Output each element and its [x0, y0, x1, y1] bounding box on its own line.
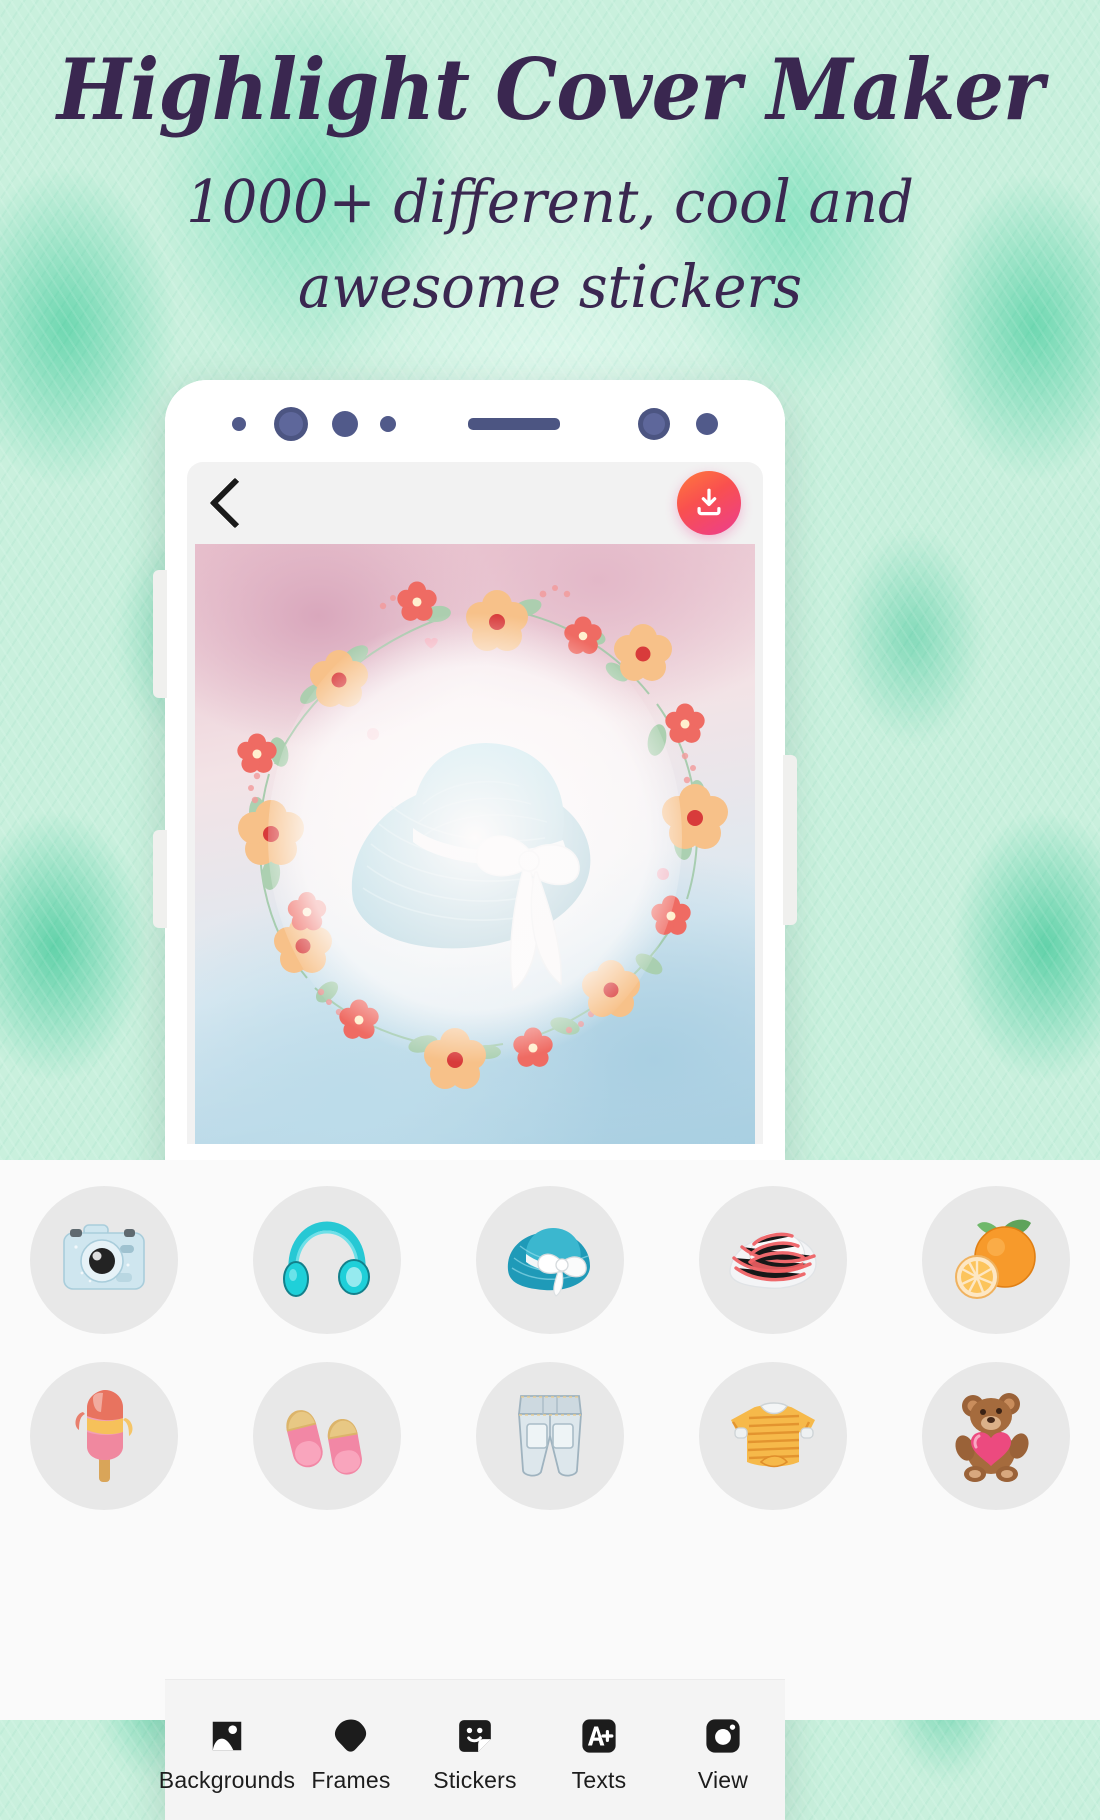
tagline: 1000+ different, cool and awesome sticke…	[186, 168, 914, 322]
app-toolbar	[187, 462, 763, 544]
nav-label-frames: Frames	[311, 1766, 391, 1793]
denim-shorts-sticker-icon	[517, 1395, 583, 1477]
striped-tshirt-sticker-icon	[731, 1402, 815, 1468]
sticker-row-2	[30, 1362, 1070, 1510]
teddy-bear-sticker[interactable]	[922, 1362, 1070, 1510]
status-dot-1	[232, 417, 246, 431]
nav-label-stickers: Stickers	[433, 1766, 517, 1793]
sandals-sticker-icon	[286, 1410, 362, 1475]
phone-side-button-left-top	[153, 570, 167, 698]
popsicle-sticker-icon	[75, 1390, 133, 1482]
nav-label-texts: Texts	[571, 1766, 627, 1793]
blob-frame-icon	[330, 1715, 372, 1757]
phone-status-bar	[165, 380, 785, 468]
nav-item-backgrounds[interactable]: Backgrounds	[159, 1715, 295, 1794]
camera-sticker-icon	[63, 1224, 145, 1290]
artwork-canvas[interactable]	[195, 544, 755, 1144]
camera-sticker[interactable]	[30, 1186, 178, 1334]
blue-hat-sticker[interactable]	[476, 1186, 624, 1334]
status-dot-3	[380, 416, 396, 432]
a-plus-icon	[578, 1715, 620, 1757]
blue-hat-sticker-icon	[507, 1228, 590, 1297]
canvas-center-glow	[267, 604, 683, 1072]
image-icon	[206, 1715, 248, 1757]
nav-item-frames[interactable]: Frames	[295, 1715, 407, 1794]
orange-sticker[interactable]	[922, 1186, 1070, 1334]
headphones-sticker[interactable]	[253, 1186, 401, 1334]
nav-label-backgrounds: Backgrounds	[158, 1766, 296, 1793]
phone-speaker-grill	[468, 418, 560, 430]
download-icon	[697, 488, 721, 516]
nav-item-texts[interactable]: Texts	[543, 1715, 655, 1794]
editor-canvas-area[interactable]	[187, 544, 763, 1144]
status-dot-4	[696, 413, 718, 435]
nav-item-stickers[interactable]: Stickers	[419, 1715, 531, 1794]
status-ring-dot-2	[638, 408, 670, 440]
sandals-sticker[interactable]	[253, 1362, 401, 1510]
sticker-face-icon	[454, 1715, 496, 1757]
chevron-left-icon[interactable]	[209, 477, 261, 529]
status-ring-dot-1	[274, 407, 308, 441]
phone-side-button-left-bottom	[153, 830, 167, 928]
denim-shorts-sticker[interactable]	[476, 1362, 624, 1510]
sticker-row-1	[30, 1186, 1070, 1334]
sticker-picker-sheet	[0, 1160, 1100, 1720]
promo-header: Highlight Cover Maker 1000+ different, c…	[0, 0, 1100, 326]
red-striped-hat-sticker[interactable]	[699, 1186, 847, 1334]
striped-tshirt-sticker[interactable]	[699, 1362, 847, 1510]
nav-item-view[interactable]: View	[667, 1715, 779, 1794]
download-button[interactable]	[677, 471, 741, 535]
popsicle-sticker[interactable]	[30, 1362, 178, 1510]
page-title: Highlight Cover Maker	[56, 41, 1044, 140]
bottom-navigation-bar: Backgrounds Frames Stickers Texts View	[159, 1680, 785, 1820]
status-dot-2	[332, 411, 358, 437]
teddy-bear-sticker-icon	[955, 1393, 1029, 1482]
phone-side-button-right	[783, 755, 797, 925]
orange-sticker-icon	[955, 1219, 1036, 1299]
nav-label-view: View	[697, 1766, 749, 1793]
camera-view-icon	[702, 1715, 744, 1757]
headphones-sticker-icon	[283, 1221, 370, 1297]
red-striped-hat-sticker-icon	[729, 1231, 817, 1289]
